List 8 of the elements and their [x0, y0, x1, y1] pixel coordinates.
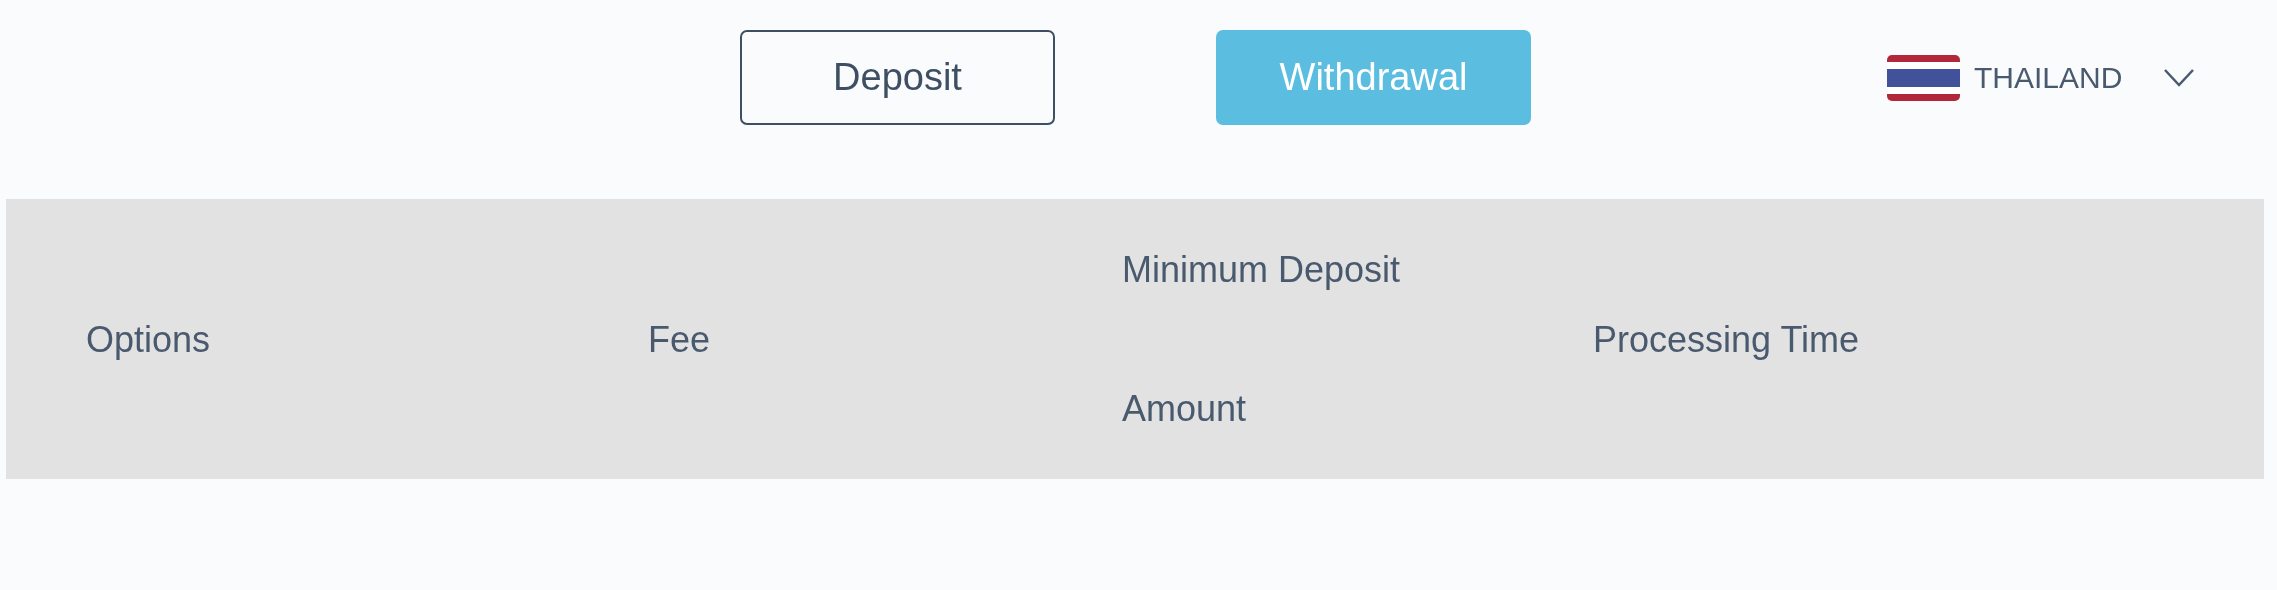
- tab[interactable]: Deposit: [740, 30, 1055, 125]
- flag-icon: [1887, 54, 1960, 101]
- column-header: Options: [86, 317, 211, 362]
- country-selector[interactable]: THAILAND: [1887, 54, 2195, 101]
- column-header: Processing Time: [1593, 317, 1860, 362]
- column-header: Minimum Deposit Amount: [1122, 248, 1402, 431]
- column-header: Fee: [648, 317, 711, 362]
- chevron-down-icon: [2164, 68, 2195, 87]
